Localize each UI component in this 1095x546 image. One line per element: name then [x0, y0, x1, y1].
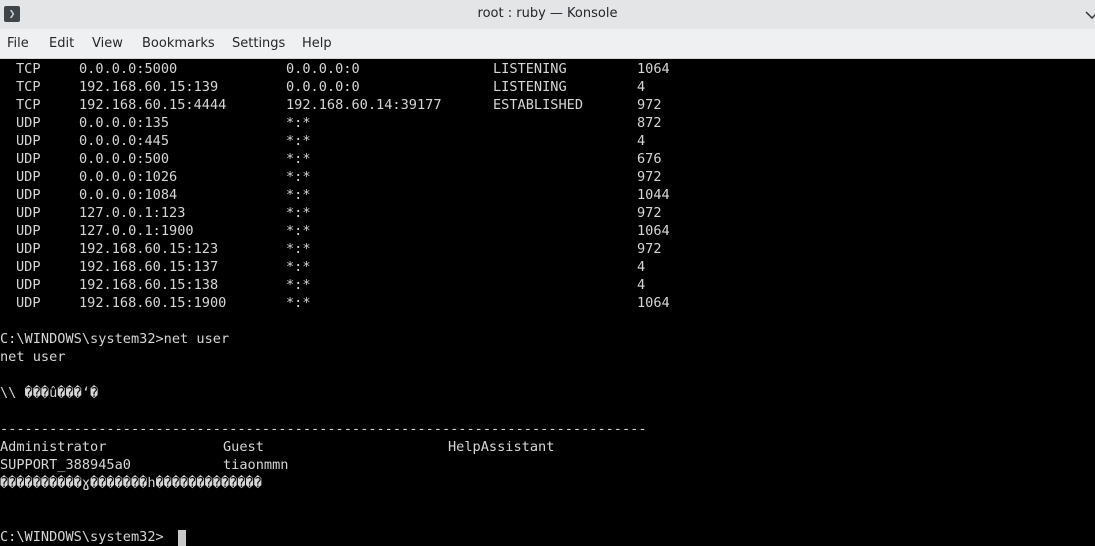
protocol-cell: UDP	[16, 259, 41, 275]
foreign-address-cell: *:*	[286, 223, 311, 239]
menu-bar: File Edit View Bookmarks Settings Help	[0, 29, 1095, 59]
local-address-cell: 192.168.60.15:138	[79, 277, 219, 293]
local-address-cell: 192.168.60.15:139	[79, 79, 219, 95]
foreign-address-cell: *:*	[286, 259, 311, 275]
pid-cell: 4	[637, 133, 646, 149]
foreign-address-cell: 0.0.0.0:0	[286, 79, 360, 95]
foreign-address-cell: *:*	[286, 277, 311, 293]
final-prompt: C:\WINDOWS\system32>	[0, 529, 164, 545]
separator-line: ----------------------------------------…	[0, 421, 647, 437]
window-title: root : ruby — Konsole	[477, 6, 618, 21]
local-address-cell: 0.0.0.0:500	[79, 151, 170, 167]
text-cursor	[178, 530, 186, 546]
user-name: tiaonmmn	[223, 457, 289, 473]
prompt-net-user: C:\WINDOWS\system32>net user	[0, 331, 230, 347]
konsole-window: ❯ root : ruby — Konsole File Edit View B…	[0, 0, 1095, 546]
foreign-address-cell: *:*	[286, 133, 311, 149]
pid-cell: 4	[637, 259, 646, 275]
window-menu-chevron-icon[interactable]	[1085, 7, 1095, 21]
state-cell: LISTENING	[493, 61, 567, 77]
local-address-cell: 127.0.0.1:1900	[79, 223, 194, 239]
user-name: HelpAssistant	[448, 439, 555, 455]
local-address-cell: 0.0.0.0:445	[79, 133, 170, 149]
menu-file[interactable]: File	[7, 36, 29, 51]
foreign-address-cell: *:*	[286, 205, 311, 221]
local-address-cell: 192.168.60.15:1900	[79, 295, 227, 311]
pid-cell: 972	[637, 241, 662, 257]
users-row: Administrator Guest HelpAssistant	[0, 438, 554, 456]
garbled-status-line: ����������ɣ�������һ�������������	[0, 475, 262, 491]
users-row: SUPPORT_388945a0 tiaonmmn	[0, 456, 288, 474]
protocol-cell: TCP	[16, 61, 41, 77]
menu-help[interactable]: Help	[302, 36, 332, 51]
title-bar[interactable]: ❯ root : ruby — Konsole	[0, 0, 1095, 29]
pid-cell: 1064	[637, 61, 670, 77]
user-name: Administrator	[0, 439, 107, 455]
foreign-address-cell: *:*	[286, 151, 311, 167]
protocol-cell: UDP	[16, 115, 41, 131]
local-address-cell: 0.0.0.0:1026	[79, 169, 178, 185]
foreign-address-cell: *:*	[286, 169, 311, 185]
local-address-cell: 192.168.60.15:123	[79, 241, 219, 257]
pid-cell: 972	[637, 169, 662, 185]
protocol-cell: UDP	[16, 295, 41, 311]
local-address-cell: 192.168.60.15:137	[79, 259, 219, 275]
foreign-address-cell: *:*	[286, 187, 311, 203]
command-echo: net user	[0, 349, 66, 365]
user-name: Guest	[223, 439, 264, 455]
foreign-address-cell: *:*	[286, 115, 311, 131]
foreign-address-cell: *:*	[286, 295, 311, 311]
users-header: \\ ���û���ʻ�	[0, 385, 99, 401]
pid-cell: 1064	[637, 223, 670, 239]
terminal-output[interactable]: TCP 0.0.0.0:5000 0.0.0.0:0 LISTENING 1064 TCP…	[0, 59, 1095, 546]
pid-cell: 972	[637, 205, 662, 221]
protocol-cell: UDP	[16, 151, 41, 167]
protocol-cell: TCP	[16, 97, 41, 113]
foreign-address-cell: 0.0.0.0:0	[286, 61, 360, 77]
protocol-cell: UDP	[16, 277, 41, 293]
local-address-cell: 0.0.0.0:5000	[79, 61, 178, 77]
local-address-cell: 0.0.0.0:1084	[79, 187, 178, 203]
menu-view[interactable]: View	[92, 36, 123, 51]
protocol-cell: UDP	[16, 205, 41, 221]
pid-cell: 872	[637, 115, 662, 131]
protocol-cell: UDP	[16, 223, 41, 239]
local-address-cell: 0.0.0.0:135	[79, 115, 170, 131]
menu-edit[interactable]: Edit	[49, 36, 74, 51]
pid-cell: 4	[637, 79, 646, 95]
protocol-cell: UDP	[16, 241, 41, 257]
state-cell: ESTABLISHED	[493, 97, 584, 113]
protocol-cell: TCP	[16, 79, 41, 95]
protocol-cell: UDP	[16, 169, 41, 185]
foreign-address-cell: 192.168.60.14:39177	[286, 97, 442, 113]
pid-cell: 4	[637, 277, 646, 293]
protocol-cell: UDP	[16, 133, 41, 149]
local-address-cell: 127.0.0.1:123	[79, 205, 186, 221]
pid-cell: 1064	[637, 295, 670, 311]
foreign-address-cell: *:*	[286, 241, 311, 257]
menu-bookmarks[interactable]: Bookmarks	[142, 36, 215, 51]
pid-cell: 1044	[637, 187, 670, 203]
protocol-cell: UDP	[16, 187, 41, 203]
pid-cell: 676	[637, 151, 662, 167]
menu-settings[interactable]: Settings	[232, 36, 285, 51]
user-name: SUPPORT_388945a0	[0, 457, 131, 473]
local-address-cell: 192.168.60.15:4444	[79, 97, 227, 113]
state-cell: LISTENING	[493, 79, 567, 95]
pid-cell: 972	[637, 97, 662, 113]
